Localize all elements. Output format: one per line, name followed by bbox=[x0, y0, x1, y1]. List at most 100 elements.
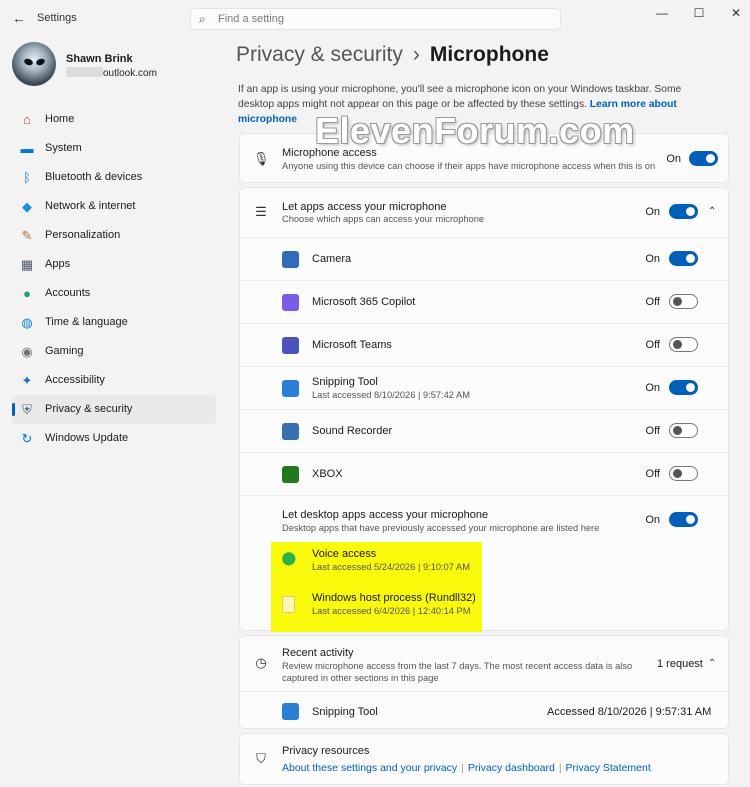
app-name: XBOX bbox=[312, 468, 343, 480]
app-name: Microsoft 365 Copilot bbox=[312, 296, 416, 308]
app-state: On bbox=[645, 253, 660, 265]
recent-item-accessed: Accessed 8/10/2026 | 9:57:31 AM bbox=[547, 706, 712, 718]
app-toggle[interactable] bbox=[669, 294, 698, 309]
desktop-app-last-accessed: Last accessed 6/4/2026 | 12:40:14 PM bbox=[312, 606, 471, 616]
breadcrumb-separator: › bbox=[412, 43, 420, 66]
profile-name: Shawn Brink bbox=[66, 53, 133, 65]
app-state: Off bbox=[645, 468, 660, 480]
copilot-app-icon bbox=[282, 294, 299, 311]
app-toggle[interactable] bbox=[669, 251, 698, 266]
app-toggle[interactable] bbox=[669, 337, 698, 352]
app-name: Snipping Tool bbox=[312, 376, 378, 388]
app-toggle[interactable] bbox=[669, 380, 698, 395]
sidebar-item-home[interactable]: ⌂ Home bbox=[12, 105, 216, 134]
sidebar-item-bluetooth-devices[interactable]: ᛒ Bluetooth & devices bbox=[12, 163, 216, 192]
privacy-dashboard-link[interactable]: Privacy dashboard bbox=[468, 762, 555, 774]
apps-access-header[interactable]: ☰ Let apps access your microphone Choose… bbox=[240, 188, 728, 237]
home-icon: ⌂ bbox=[23, 112, 31, 127]
sidebar-item-label: Accessibility bbox=[45, 374, 105, 386]
shield-icon: ⛨ bbox=[22, 402, 32, 417]
chevron-up-icon[interactable]: ⌃ bbox=[708, 658, 716, 669]
watermark: ElevenForum.com bbox=[315, 110, 635, 151]
apps-access-title: Let apps access your microphone bbox=[282, 201, 447, 213]
recent-activity-title: Recent activity bbox=[282, 647, 354, 659]
desktop-app-name: Voice access bbox=[312, 548, 377, 560]
privacy-resources-links: About these settings and your privacy | Pr… bbox=[282, 762, 651, 774]
search-input[interactable] bbox=[218, 11, 548, 27]
recent-activity-item: Snipping Tool Accessed 8/10/2026 | 9:57:… bbox=[240, 691, 728, 730]
sidebar-item-apps[interactable]: ▦ Apps bbox=[12, 250, 216, 279]
apps-access-desc: Choose which apps can access your microp… bbox=[282, 214, 485, 224]
app-name: Sound Recorder bbox=[312, 425, 393, 437]
recent-activity-header[interactable]: ◷ Recent activity Review microphone acce… bbox=[240, 636, 728, 691]
sidebar-item-label: Home bbox=[45, 113, 75, 125]
brush-icon: ✎ bbox=[21, 228, 33, 243]
sidebar-item-time-language[interactable]: ◍ Time & language bbox=[12, 308, 216, 337]
app-row: XBOX Off bbox=[240, 452, 728, 495]
gamepad-icon: ◉ bbox=[21, 344, 33, 359]
sidebar-item-system[interactable]: ▬ System bbox=[12, 134, 216, 163]
wifi-icon: ◆ bbox=[22, 199, 32, 214]
email-redaction bbox=[66, 67, 103, 77]
apps-access-toggle[interactable] bbox=[669, 204, 698, 219]
recent-activity-desc-2: captured in other sections in this page bbox=[282, 673, 439, 683]
privacy-resources-card: ⛉ Privacy resources About these settings… bbox=[239, 733, 729, 785]
snipping-tool-icon bbox=[282, 380, 299, 397]
sidebar-item-privacy-security[interactable]: ⛨ Privacy & security bbox=[12, 395, 216, 424]
app-toggle[interactable] bbox=[669, 466, 698, 481]
app-row: Camera On bbox=[240, 237, 728, 280]
microphone-icon: 🎙 bbox=[253, 151, 270, 166]
xbox-app-icon bbox=[282, 466, 299, 483]
recent-activity-desc-1: Review microphone access from the last 7… bbox=[282, 661, 633, 671]
title-bar: ← Settings ⌕ — ☐ ✕ bbox=[0, 0, 750, 36]
back-arrow-icon[interactable]: ← bbox=[12, 10, 26, 26]
shield-icon: ⛉ bbox=[256, 751, 266, 766]
apps-access-card: ☰ Let apps access your microphone Choose… bbox=[239, 187, 729, 632]
app-row: Microsoft 365 Copilot Off bbox=[240, 280, 728, 323]
camera-app-icon bbox=[282, 251, 299, 268]
sidebar-item-label: Accounts bbox=[45, 287, 91, 299]
profile-email: outlook.com bbox=[66, 67, 157, 79]
privacy-statement-link[interactable]: Privacy Statement bbox=[566, 762, 651, 774]
sound-recorder-icon bbox=[282, 423, 299, 440]
recent-activity-card: ◷ Recent activity Review microphone acce… bbox=[239, 635, 729, 729]
sidebar-item-gaming[interactable]: ◉ Gaming bbox=[12, 337, 216, 366]
app-toggle[interactable] bbox=[669, 423, 698, 438]
sidebar-item-label: Privacy & security bbox=[45, 403, 133, 415]
chevron-up-icon[interactable]: ⌃ bbox=[708, 206, 716, 217]
avatar bbox=[12, 42, 56, 86]
app-row: Sound Recorder Off bbox=[240, 409, 728, 452]
bluetooth-icon: ᛒ bbox=[23, 170, 31, 185]
microphone-access-toggle[interactable] bbox=[689, 151, 718, 166]
accessibility-icon: ✦ bbox=[21, 373, 33, 388]
recent-item-name: Snipping Tool bbox=[312, 706, 378, 718]
privacy-resources-title: Privacy resources bbox=[282, 745, 370, 757]
snipping-tool-icon bbox=[282, 703, 299, 720]
sidebar-nav: ⌂ Home ▬ System ᛒ Bluetooth & devices ◆ Network… bbox=[12, 105, 216, 453]
email-text: outlook.com bbox=[103, 68, 157, 79]
breadcrumb: Privacy & security › Microphone bbox=[236, 43, 549, 67]
sidebar-item-accounts[interactable]: ● Accounts bbox=[12, 279, 216, 308]
desktop-app-last-accessed: Last accessed 5/24/2026 | 9:10:07 AM bbox=[312, 562, 470, 572]
app-title: Settings bbox=[37, 12, 77, 24]
apps-access-state: On bbox=[645, 206, 660, 218]
sidebar-item-label: Network & internet bbox=[45, 200, 136, 212]
desktop-access-desc: Desktop apps that have previously access… bbox=[282, 523, 600, 533]
sidebar-item-accessibility[interactable]: ✦ Accessibility bbox=[12, 366, 216, 395]
search-box[interactable]: ⌕ bbox=[190, 8, 561, 30]
sidebar-item-personalization[interactable]: ✎ Personalization bbox=[12, 221, 216, 250]
sidebar-item-network-internet[interactable]: ◆ Network & internet bbox=[12, 192, 216, 221]
desktop-access-state: On bbox=[645, 514, 660, 526]
app-row: Snipping Tool Last accessed 8/10/2026 | 9… bbox=[240, 366, 728, 409]
desktop-access-toggle[interactable] bbox=[669, 512, 698, 527]
monitor-icon: ▬ bbox=[20, 141, 34, 156]
close-button[interactable]: ✕ bbox=[728, 6, 744, 20]
sidebar-item-windows-update[interactable]: ↻ Windows Update bbox=[12, 424, 216, 453]
app-state: Off bbox=[645, 296, 660, 308]
breadcrumb-parent[interactable]: Privacy & security bbox=[236, 43, 403, 66]
app-row: Microsoft Teams Off bbox=[240, 323, 728, 366]
sidebar-item-label: Personalization bbox=[45, 229, 121, 241]
maximize-button[interactable]: ☐ bbox=[691, 6, 707, 20]
minimize-button[interactable]: — bbox=[654, 6, 670, 20]
about-settings-link[interactable]: About these settings and your privacy bbox=[282, 762, 457, 774]
